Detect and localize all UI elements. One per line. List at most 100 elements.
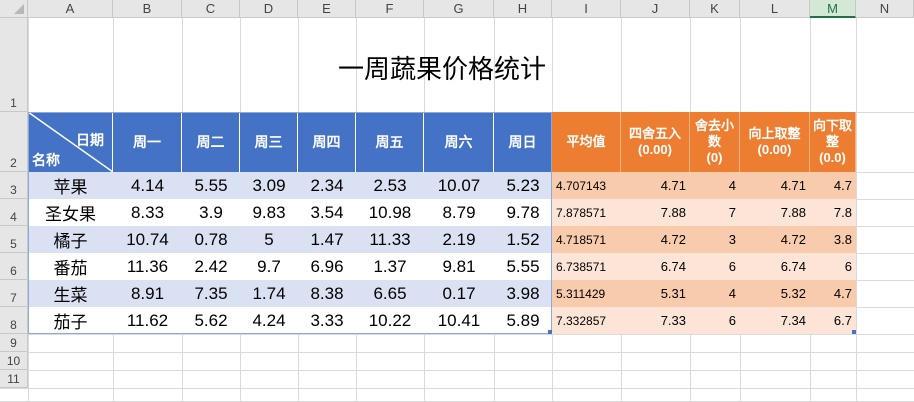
column-header-n[interactable]: N: [856, 0, 914, 18]
cell-round2[interactable]: 4.72: [621, 226, 690, 253]
cell-round2[interactable]: 7.33: [621, 307, 690, 334]
cell-price[interactable]: 8.38: [298, 280, 356, 307]
day-header-7[interactable]: 周日: [494, 112, 552, 172]
cell-price[interactable]: 4.14: [113, 172, 182, 199]
cell-price[interactable]: 8.79: [424, 199, 494, 226]
day-header-3[interactable]: 周三: [240, 112, 298, 172]
cell-round2[interactable]: 5.31: [621, 280, 690, 307]
row-header-9[interactable]: 9: [0, 334, 28, 352]
cell-price[interactable]: 3.33: [298, 307, 356, 334]
cell-price[interactable]: 0.78: [182, 226, 240, 253]
cell-price[interactable]: 2.53: [356, 172, 424, 199]
cell-name[interactable]: 圣女果: [28, 199, 113, 226]
cell-trunc[interactable]: 6: [690, 307, 740, 334]
diagonal-header-cell[interactable]: 日期 名称: [28, 112, 113, 172]
cell-name[interactable]: 苹果: [28, 172, 113, 199]
cell-floor[interactable]: 4.7: [810, 280, 856, 307]
fill-handle[interactable]: [548, 330, 552, 334]
cell-avg[interactable]: 5.311429: [552, 280, 621, 307]
row-header-10[interactable]: 10: [0, 352, 28, 370]
row-header-7[interactable]: 7: [0, 280, 28, 307]
cell-avg[interactable]: 7.332857: [552, 307, 621, 334]
cell-price[interactable]: 1.52: [494, 226, 552, 253]
cell-price[interactable]: 0.17: [424, 280, 494, 307]
cell-price[interactable]: 1.74: [240, 280, 298, 307]
cell-price[interactable]: 5.62: [182, 307, 240, 334]
cell-price[interactable]: 10.22: [356, 307, 424, 334]
stat-header-2[interactable]: 四舍五入 (0.00): [621, 112, 690, 172]
cell-price[interactable]: 4.24: [240, 307, 298, 334]
cell-floor[interactable]: 4.7: [810, 172, 856, 199]
cell-price[interactable]: 2.34: [298, 172, 356, 199]
cell-name[interactable]: 生菜: [28, 280, 113, 307]
row-header-11[interactable]: 11: [0, 370, 28, 388]
cell-avg[interactable]: 4.707143: [552, 172, 621, 199]
cell-price[interactable]: 3.09: [240, 172, 298, 199]
column-header-h[interactable]: H: [494, 0, 552, 18]
cell-round2[interactable]: 6.74: [621, 253, 690, 280]
cell-round2[interactable]: 4.71: [621, 172, 690, 199]
cell-price[interactable]: 9.7: [240, 253, 298, 280]
cell-price[interactable]: 5.89: [494, 307, 552, 334]
cell-price[interactable]: 3.98: [494, 280, 552, 307]
cell-ceil[interactable]: 4.71: [740, 172, 810, 199]
stat-header-1[interactable]: 平均值: [552, 112, 621, 172]
cell-price[interactable]: 2.19: [424, 226, 494, 253]
cell-ceil[interactable]: 7.34: [740, 307, 810, 334]
cell-ceil[interactable]: 5.32: [740, 280, 810, 307]
cell-price[interactable]: 11.36: [113, 253, 182, 280]
cell-price[interactable]: 9.83: [240, 199, 298, 226]
cell-price[interactable]: 3.54: [298, 199, 356, 226]
sheet-title[interactable]: 一周蔬果价格统计: [28, 18, 856, 112]
cell-price[interactable]: 10.98: [356, 199, 424, 226]
day-header-1[interactable]: 周一: [113, 112, 182, 172]
row-header-3[interactable]: 3: [0, 172, 28, 199]
cell-name[interactable]: 橘子: [28, 226, 113, 253]
cell-price[interactable]: 10.41: [424, 307, 494, 334]
cell-ceil[interactable]: 6.74: [740, 253, 810, 280]
cell-name[interactable]: 茄子: [28, 307, 113, 334]
cell-price[interactable]: 11.33: [356, 226, 424, 253]
row-header-1[interactable]: 1: [0, 18, 28, 112]
column-header-d[interactable]: D: [240, 0, 298, 18]
cell-price[interactable]: 6.65: [356, 280, 424, 307]
day-header-6[interactable]: 周六: [424, 112, 494, 172]
row-header-6[interactable]: 6: [0, 253, 28, 280]
cell-trunc[interactable]: 4: [690, 280, 740, 307]
cell-trunc[interactable]: 6: [690, 253, 740, 280]
cell-ceil[interactable]: 4.72: [740, 226, 810, 253]
row-header-2[interactable]: 2: [0, 112, 28, 172]
row-header-5[interactable]: 5: [0, 226, 28, 253]
column-header-i[interactable]: I: [552, 0, 621, 18]
row-header-4[interactable]: 4: [0, 199, 28, 226]
cell-name[interactable]: 番茄: [28, 253, 113, 280]
cell-price[interactable]: 10.74: [113, 226, 182, 253]
cell-price[interactable]: 5: [240, 226, 298, 253]
column-header-c[interactable]: C: [182, 0, 240, 18]
row-header-8[interactable]: 8: [0, 307, 28, 334]
cell-trunc[interactable]: 7: [690, 199, 740, 226]
cell-price[interactable]: 5.55: [494, 253, 552, 280]
fill-handle[interactable]: [852, 330, 856, 334]
cell-price[interactable]: 1.47: [298, 226, 356, 253]
cell-floor[interactable]: 7.8: [810, 199, 856, 226]
column-header-k[interactable]: K: [690, 0, 740, 18]
column-header-e[interactable]: E: [298, 0, 356, 18]
cell-price[interactable]: 8.33: [113, 199, 182, 226]
stat-header-4[interactable]: 向上取整 (0.00): [740, 112, 810, 172]
cell-price[interactable]: 10.07: [424, 172, 494, 199]
cell-price[interactable]: 6.96: [298, 253, 356, 280]
cell-floor[interactable]: 6.7: [810, 307, 856, 334]
cell-trunc[interactable]: 3: [690, 226, 740, 253]
cell-price[interactable]: 9.81: [424, 253, 494, 280]
day-header-4[interactable]: 周四: [298, 112, 356, 172]
cell-trunc[interactable]: 4: [690, 172, 740, 199]
cell-avg[interactable]: 6.738571: [552, 253, 621, 280]
day-header-5[interactable]: 周五: [356, 112, 424, 172]
day-header-2[interactable]: 周二: [182, 112, 240, 172]
select-all-corner[interactable]: [0, 0, 28, 18]
cell-avg[interactable]: 4.718571: [552, 226, 621, 253]
stat-header-5[interactable]: 向下取整 (0.0): [810, 112, 856, 172]
cell-price[interactable]: 11.62: [113, 307, 182, 334]
column-header-m[interactable]: M: [810, 0, 856, 18]
